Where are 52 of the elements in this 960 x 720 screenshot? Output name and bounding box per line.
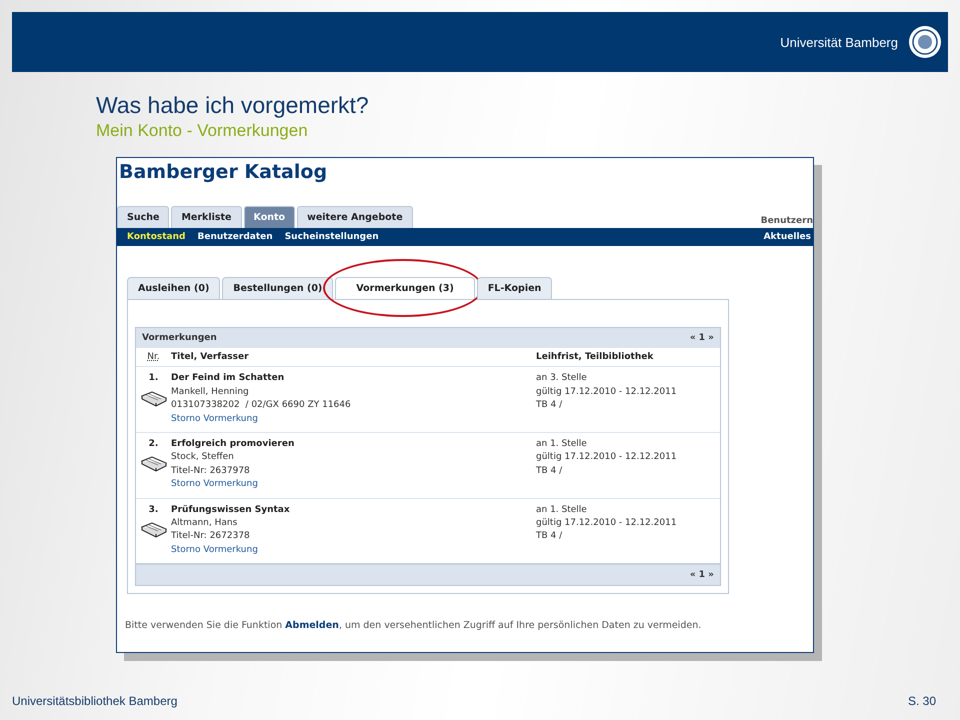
- account-tab[interactable]: Ausleihen (0): [127, 277, 220, 299]
- subnav-link[interactable]: Benutzerdaten: [197, 232, 273, 242]
- title-number: 013107338202 / 02/GX 6690 ZY 11646: [171, 399, 352, 412]
- column-header: Nr.: [146, 351, 161, 364]
- account-tab[interactable]: Vormerkungen (3): [335, 277, 475, 299]
- panel-title: Vormerkungen: [142, 333, 217, 343]
- subnav-link[interactable]: Aktuelles: [764, 232, 811, 242]
- row-number: 3.: [148, 504, 158, 517]
- title-number: Titel-Nr: 2672378: [171, 530, 251, 544]
- validity-text: gültig 17.12.2010 - 12.12.2011: [536, 451, 678, 464]
- logout-link[interactable]: Abmelden: [285, 620, 339, 632]
- logo-text: Universität Bamberg: [780, 34, 898, 50]
- queue-position: an 3. Stelle: [536, 372, 588, 386]
- catalog-title: Bamberger Katalog: [118, 160, 328, 185]
- user-label: Benutzern: [760, 216, 813, 228]
- column-header: Titel, Verfasser: [171, 351, 250, 364]
- branch-text: TB 4 /: [536, 464, 564, 478]
- main-tab[interactable]: Konto: [244, 206, 296, 228]
- account-tab[interactable]: FL-Kopien: [476, 277, 552, 299]
- slide-subtitle: Mein Konto - Vormerkungen: [96, 121, 309, 141]
- notice-text: Bitte verwenden Sie die Funktion Abmelden, um den versehentlichen Zugriff auf Ihre persönlichen Daten zu vermeiden.: [125, 620, 702, 632]
- slide-title: Was habe ich vorgemerkt?: [96, 92, 370, 119]
- branch-text: TB 4 /: [536, 399, 564, 412]
- main-tab[interactable]: Suche: [117, 206, 170, 228]
- page-number: S. 30: [908, 694, 936, 708]
- author-text: Altmann, Hans: [171, 517, 238, 530]
- row-number: 1.: [148, 372, 158, 386]
- cancel-link[interactable]: Storno Vormerkung: [171, 544, 258, 555]
- subnav-link[interactable]: Sucheinstellungen: [284, 232, 379, 242]
- author-text: Mankell, Henning: [171, 386, 250, 399]
- branch-text: TB 4 /: [536, 530, 564, 544]
- footer-text: Universitätsbibliothek Bamberg: [12, 694, 178, 708]
- pager[interactable]: « 1 »: [690, 570, 714, 580]
- subnav-link[interactable]: Kontostand: [127, 232, 186, 242]
- cancel-link[interactable]: Storno Vormerkung: [171, 479, 258, 490]
- seal-icon: [908, 25, 942, 59]
- book-title: Der Feind im Schatten: [171, 372, 286, 386]
- pager[interactable]: « 1 »: [690, 333, 714, 343]
- row-number: 2.: [148, 438, 158, 452]
- queue-position: an 1. Stelle: [536, 504, 588, 517]
- validity-text: gültig 17.12.2010 - 12.12.2011: [536, 517, 678, 530]
- column-header: Leihfrist, Teilbibliothek: [536, 351, 654, 364]
- validity-text: gültig 17.12.2010 - 12.12.2011: [536, 386, 678, 399]
- queue-position: an 1. Stelle: [536, 438, 588, 452]
- main-tab[interactable]: Merkliste: [171, 206, 242, 228]
- book-title: Erfolgreich promovieren: [171, 438, 296, 452]
- book-title: Prüfungswissen Syntax: [171, 504, 291, 517]
- title-number: Titel-Nr: 2637978: [171, 464, 251, 478]
- cancel-link[interactable]: Storno Vormerkung: [171, 414, 258, 424]
- author-text: Stock, Steffen: [171, 451, 235, 464]
- main-tab[interactable]: weitere Angebote: [297, 206, 413, 228]
- account-tab[interactable]: Bestellungen (0): [222, 277, 334, 299]
